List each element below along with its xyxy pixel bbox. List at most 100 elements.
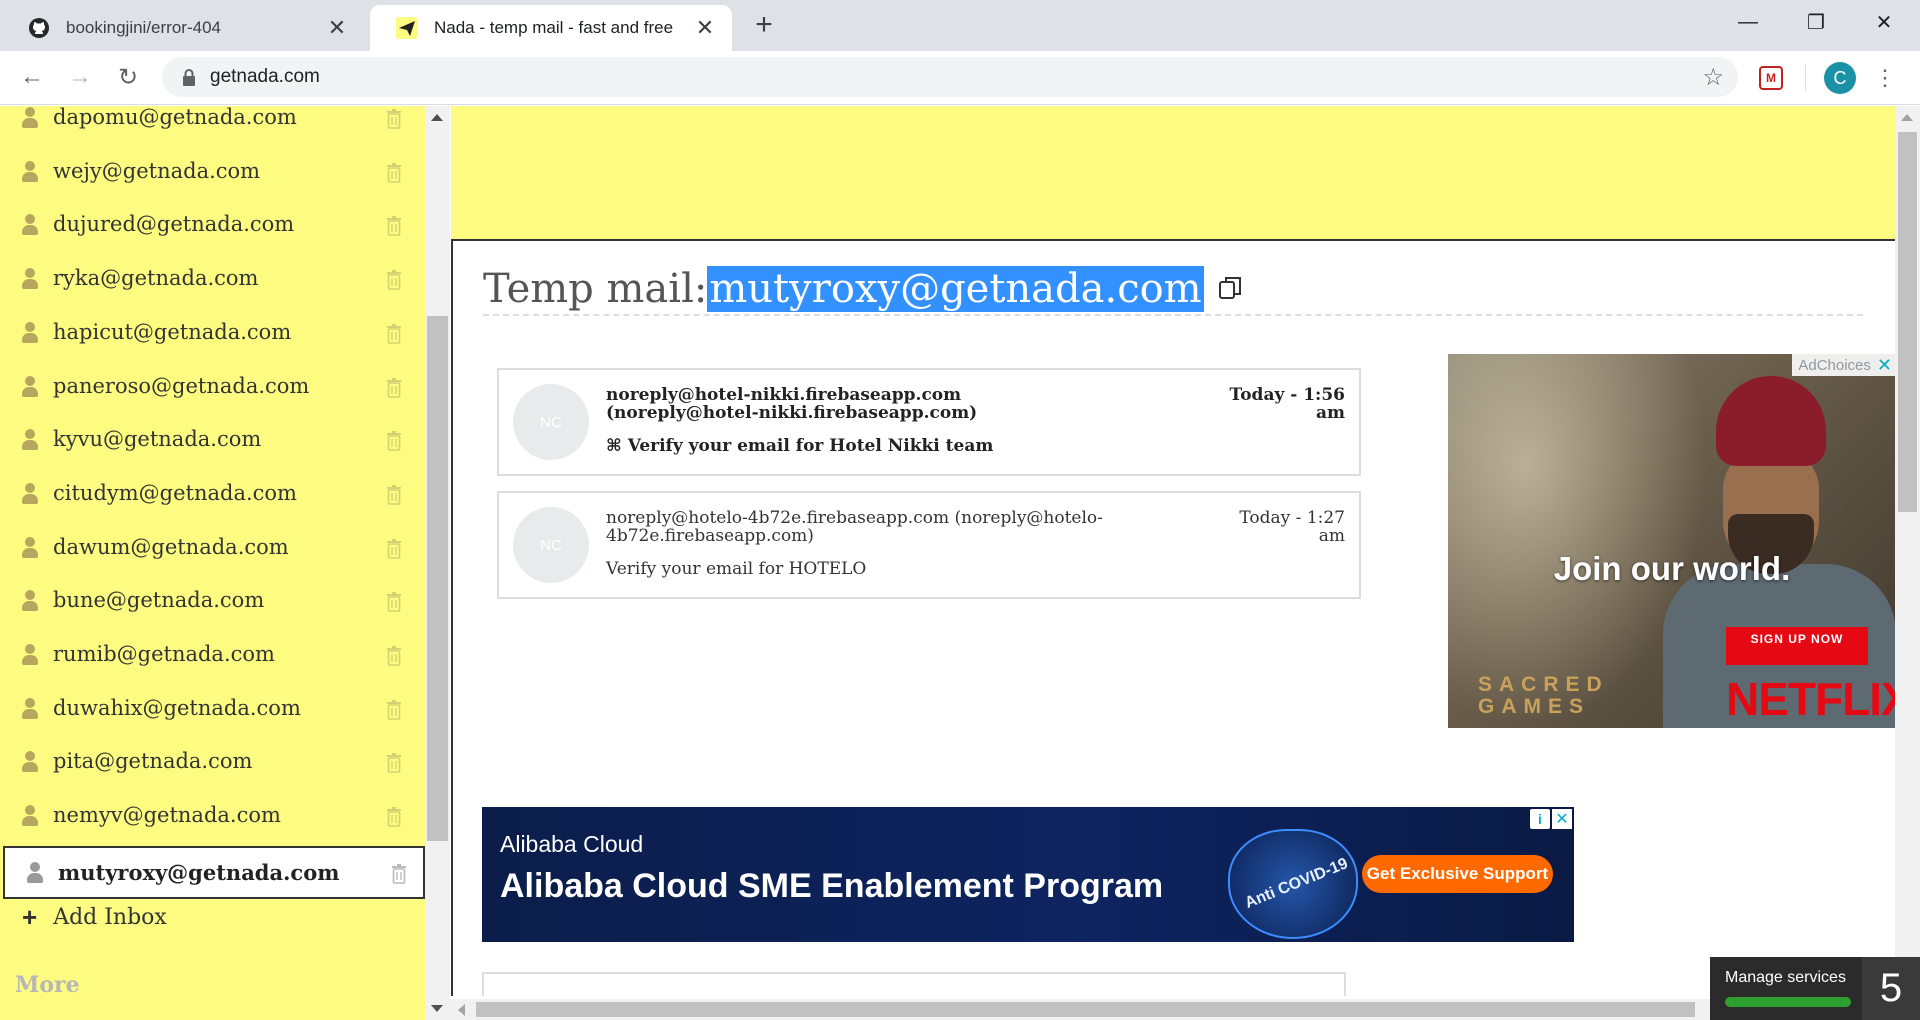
netflix-ad[interactable]: Join our world. SIGN UP NOW NETFLIX SACR… [1448,354,1895,728]
current-email-address[interactable]: mutyroxy@getnada.com [707,266,1204,312]
tab-strip: bookingjini/error-404 ✕ Nada - temp mail… [0,0,1920,51]
inbox-item[interactable]: duwahix@getnada.com [0,684,425,737]
close-tab-icon[interactable]: ✕ [690,13,720,43]
user-icon [22,322,38,344]
message-row[interactable]: NC noreply@hotel-nikki.firebaseapp.com (… [497,368,1361,476]
new-tab-icon[interactable]: + [748,8,780,41]
user-icon [22,537,38,559]
close-ad-icon[interactable]: ✕ [1877,355,1892,376]
inbox-address: paneroso@getnada.com [53,374,310,398]
ad-signup-button[interactable]: SIGN UP NOW [1726,627,1868,665]
bookmark-star-icon[interactable]: ☆ [1702,63,1724,92]
window-close-icon[interactable]: ✕ [1850,0,1918,44]
add-inbox-button[interactable]: + Add Inbox [22,902,167,933]
scroll-up-arrow-icon[interactable] [1901,114,1913,121]
trash-icon[interactable] [386,592,402,612]
inbox-item[interactable]: paneroso@getnada.com [0,362,425,415]
close-ad-icon[interactable]: ✕ [1552,809,1572,829]
toolbar-divider [1805,65,1806,91]
message-row[interactable]: NC noreply@hotelo-4b72e.firebaseapp.com … [497,491,1361,599]
paper-plane-icon [396,17,418,39]
more-menu-icon[interactable]: ⋮ [1874,65,1896,91]
copy-icon[interactable] [1216,274,1244,302]
show-logo: SACRED GAMES [1478,673,1609,718]
trash-icon[interactable] [386,270,402,290]
user-icon [22,698,38,720]
ad-info-icon[interactable]: i [1530,809,1550,829]
inbox-address: duwahix@getnada.com [53,696,301,720]
user-icon [22,644,38,666]
scrollbar-thumb[interactable] [1898,132,1917,512]
inbox-item[interactable]: dujured@getnada.com [0,200,425,253]
trash-icon[interactable] [386,216,402,236]
forward-arrow-icon[interactable]: → [62,59,98,95]
message-sender: noreply@hotelo-4b72e.firebaseapp.com (no… [606,508,1103,546]
trash-icon[interactable] [386,163,402,183]
alibaba-ad[interactable]: Alibaba Cloud Alibaba Cloud SME Enableme… [482,807,1574,942]
inbox-item[interactable]: bune@getnada.com [0,576,425,629]
tab-title: Nada - temp mail - fast and free [434,18,674,37]
inbox-item[interactable]: citudym@getnada.com [0,469,425,522]
trash-icon[interactable] [386,109,402,129]
reload-icon[interactable]: ↻ [110,59,146,95]
trash-icon[interactable] [386,378,402,398]
user-icon [22,376,38,398]
inbox-item[interactable]: dawum@getnada.com [0,523,425,576]
ad-cta-button[interactable]: Get Exclusive Support [1362,855,1553,893]
sender-avatar: NC [513,507,589,583]
inbox-item[interactable]: kyvu@getnada.com [0,415,425,468]
address-bar[interactable]: getnada.com ☆ [162,57,1738,97]
message-subject: ⌘ Verify your email for Hotel Nikki team [606,436,994,456]
inbox-address: pita@getnada.com [53,749,253,773]
restore-icon[interactable]: ❐ [1782,0,1850,44]
trash-icon[interactable] [386,753,402,773]
user-icon [22,805,38,827]
inbox-item[interactable]: wejy@getnada.com [0,147,425,200]
ad-headline: Join our world. [1553,550,1791,587]
inbox-item[interactable]: hapicut@getnada.com [0,308,425,361]
inbox-item[interactable]: nemyv@getnada.com [0,791,425,844]
user-icon [22,107,38,129]
trash-icon[interactable] [386,539,402,559]
inbox-address: dawum@getnada.com [53,535,289,559]
page-title: Temp mail: mutyroxy@getnada.com [483,266,1204,312]
inbox-address: nemyv@getnada.com [53,803,281,827]
trash-icon[interactable] [386,646,402,666]
add-inbox-label: Add Inbox [53,905,167,930]
trash-icon[interactable] [386,807,402,827]
trash-icon[interactable] [386,431,402,451]
more-link[interactable]: More [15,972,80,998]
user-icon [22,214,38,236]
extension-shield-icon[interactable]: M [1759,66,1783,90]
scrollbar-thumb[interactable] [476,1002,1695,1017]
adchoices-badge[interactable]: AdChoices ✕ [1792,354,1895,376]
trash-icon[interactable] [386,700,402,720]
scroll-down-arrow-icon[interactable] [431,1005,443,1012]
inbox-address: ryka@getnada.com [53,266,259,290]
scrollbar-thumb[interactable] [427,316,448,841]
inbox-item[interactable]: rumib@getnada.com [0,630,425,683]
close-tab-icon[interactable]: ✕ [322,13,352,43]
inbox-item[interactable]: ryka@getnada.com [0,254,425,307]
trash-icon[interactable] [386,485,402,505]
inbox-item[interactable]: dapomu@getnada.com [0,106,425,146]
trash-icon[interactable] [386,324,402,344]
heading-prefix: Temp mail: [483,266,708,312]
inbox-item[interactable]: mutyroxy@getnada.com [3,846,425,899]
back-arrow-icon[interactable]: ← [14,59,50,95]
trash-icon[interactable] [391,864,407,884]
inbox-item[interactable]: pita@getnada.com [0,737,425,790]
page-scrollbar[interactable] [1895,106,1920,999]
scroll-up-arrow-icon[interactable] [431,114,443,121]
ad-brand: Alibaba Cloud [500,831,644,857]
message-subject: Verify your email for HOTELO [606,559,867,579]
minimize-icon[interactable]: — [1714,0,1782,44]
tab-github[interactable]: bookingjini/error-404 ✕ [2,5,364,51]
profile-avatar[interactable]: C [1824,62,1856,94]
sidebar-scrollbar[interactable] [425,106,450,1020]
url-text: getnada.com [210,66,320,87]
tab-nada[interactable]: Nada - temp mail - fast and free ✕ [370,5,732,51]
manage-services-widget[interactable]: Manage services 5 [1710,957,1920,1020]
horizontal-scrollbar[interactable] [450,999,1895,1020]
scroll-left-arrow-icon[interactable] [458,1004,465,1016]
